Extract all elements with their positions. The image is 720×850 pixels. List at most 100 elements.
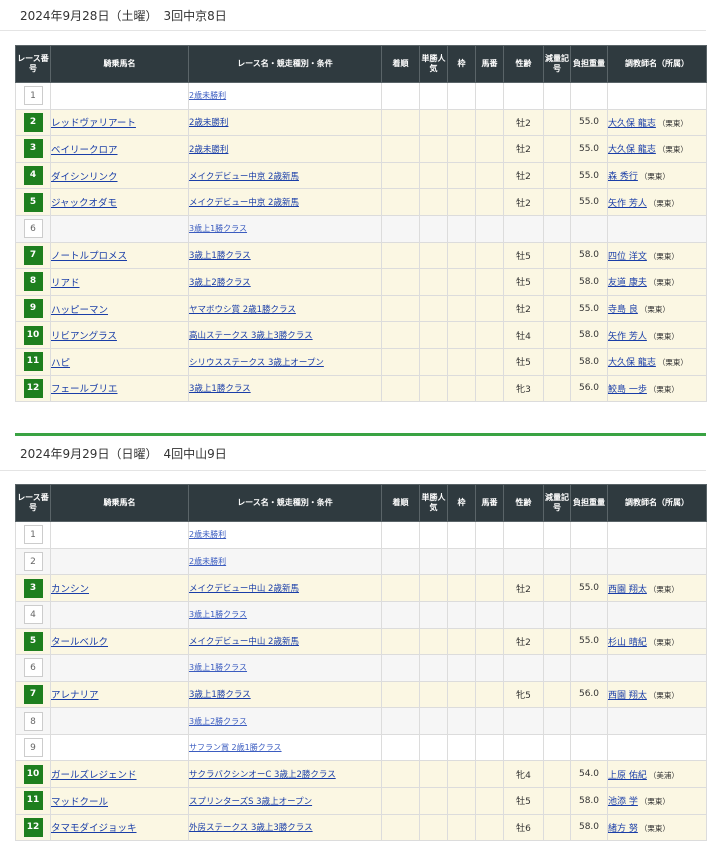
trainer-link[interactable]: 上原 佑紀: [608, 771, 647, 781]
horse-link[interactable]: ジャックオダモ: [51, 198, 117, 209]
race-link[interactable]: 3歳上2勝クラス: [189, 278, 251, 288]
race-row: 9 サフラン賞 2歳1勝クラス: [15, 733, 707, 762]
trainer-link[interactable]: 矢作 芳人: [608, 332, 647, 342]
waku-cell: [447, 321, 476, 349]
race-link[interactable]: メイクデビュー中山 2歳新馬: [189, 637, 299, 647]
waku-cell: [447, 347, 476, 376]
sex-age-cell: 牡5: [503, 268, 544, 296]
race-number-cell: 4: [15, 600, 51, 629]
pop-cell: [419, 654, 448, 682]
race-link[interactable]: 2歳未勝利: [189, 118, 228, 128]
trainer-link[interactable]: 西園 翔太: [608, 691, 647, 701]
rank-cell: [381, 733, 420, 762]
pop-cell: [419, 680, 448, 709]
horse-link[interactable]: ダイシンリンク: [51, 172, 118, 183]
horse-link[interactable]: マッドクール: [51, 797, 108, 808]
trainer-link[interactable]: 森 秀行: [608, 172, 638, 182]
race-number-badge: 2: [23, 552, 43, 572]
trainer-link[interactable]: 鮫島 一歩: [608, 385, 647, 395]
column-header: 馬番: [475, 484, 504, 523]
race-table: レース番号 騎乗馬名 レース名・競走種別・条件 着順 単勝人気枠馬番 性齢 減量記号 負担重量…: [15, 484, 707, 842]
trainer-cell: [607, 547, 707, 576]
trainer-link[interactable]: 大久保 龍志: [608, 119, 656, 129]
horse-link[interactable]: リアド: [51, 278, 80, 289]
waku-cell: [447, 760, 476, 789]
trainer-link[interactable]: 四位 洋文: [608, 252, 647, 262]
weight-reduction-cell: [543, 600, 571, 629]
horse-link[interactable]: タマモダイジョッキ: [51, 823, 137, 834]
pop-cell: [419, 521, 448, 549]
uma-cell: [475, 188, 504, 216]
trainer-link[interactable]: 池添 学: [608, 797, 638, 807]
race-link[interactable]: 3歳上1勝クラス: [189, 610, 247, 619]
horse-link[interactable]: ハピ: [51, 358, 70, 369]
sex-age-cell: [503, 214, 544, 243]
horse-link[interactable]: カンシン: [51, 584, 89, 595]
race-link[interactable]: メイクデビュー中京 2歳新馬: [189, 172, 299, 182]
column-header: 調教師名（所属）: [607, 45, 707, 83]
uma-cell: [475, 108, 504, 137]
trainer-link[interactable]: 緒方 努: [608, 824, 638, 834]
horse-link[interactable]: リビアングラス: [51, 331, 117, 342]
trainer-link[interactable]: 矢作 芳人: [608, 199, 647, 209]
race-link[interactable]: 3歳上1勝クラス: [189, 224, 247, 233]
horse-link[interactable]: ベイリークロア: [51, 145, 118, 156]
trainer-link[interactable]: 西園 翔太: [608, 585, 647, 595]
pop-cell: [419, 321, 448, 349]
horse-link[interactable]: レッドヴァリアート: [51, 118, 136, 129]
trainer-cell: 友道 康夫 （栗東）: [607, 268, 707, 296]
horse-cell: リビアングラス: [50, 321, 189, 349]
race-name-cell: 3歳上2勝クラス: [188, 268, 382, 296]
horse-link[interactable]: ガールズレジェンド: [51, 770, 137, 781]
race-link[interactable]: シリウスステークス 3歳上オープン: [189, 358, 324, 368]
race-link[interactable]: 高山ステークス 3歳上3勝クラス: [189, 331, 313, 341]
horse-link[interactable]: タールベルク: [51, 637, 108, 648]
race-link[interactable]: スプリンターズS 3歳上オープン: [189, 797, 312, 807]
weight-cell: 58.0: [570, 321, 608, 349]
race-link[interactable]: 3歳上1勝クラス: [189, 663, 247, 672]
column-header: 減量記号: [543, 484, 571, 523]
race-link[interactable]: 3歳上2勝クラス: [189, 717, 247, 726]
race-number-badge: 7: [23, 245, 43, 265]
trainer-link[interactable]: 大久保 龍志: [608, 358, 656, 368]
uma-cell: [475, 733, 504, 762]
trainer-link[interactable]: 友道 康夫: [608, 278, 647, 288]
uma-cell: [475, 241, 504, 270]
horse-link[interactable]: アレナリア: [51, 690, 99, 701]
race-link[interactable]: メイクデビュー中京 2歳新馬: [189, 198, 299, 208]
race-link[interactable]: メイクデビュー中山 2歳新馬: [189, 584, 299, 594]
column-header: 馬番: [475, 45, 504, 83]
race-link[interactable]: 3歳上1勝クラス: [189, 690, 251, 700]
race-row: 2 2歳未勝利: [15, 547, 707, 576]
weight-reduction-cell: [543, 161, 571, 190]
race-link[interactable]: 2歳未勝利: [189, 145, 228, 155]
trainer-link[interactable]: 寺島 良: [608, 305, 638, 315]
race-number-cell: 7: [15, 241, 51, 270]
race-link[interactable]: 2歳未勝利: [189, 91, 226, 100]
trainer-link[interactable]: 杉山 晴紀: [608, 638, 647, 648]
weight-reduction-cell: [543, 787, 571, 815]
race-row: 6 3歳上1勝クラス: [15, 654, 707, 682]
race-link[interactable]: 3歳上1勝クラス: [189, 384, 251, 394]
weight-cell: 56.0: [570, 374, 608, 403]
race-link[interactable]: 2歳未勝利: [189, 530, 226, 539]
horse-link[interactable]: ノートルプロメス: [51, 251, 127, 262]
sex-age-cell: 牡5: [503, 241, 544, 270]
race-row: 4 ダイシンリンク メイクデビュー中京 2歳新馬 牡2 55.0 森 秀行 （栗東）: [15, 161, 707, 190]
race-link[interactable]: サクラバクシンオーC 3歳上2勝クラス: [189, 770, 336, 780]
race-name-cell: スプリンターズS 3歳上オープン: [188, 787, 382, 815]
race-link[interactable]: サフラン賞 2歳1勝クラス: [189, 743, 282, 752]
horse-link[interactable]: フェールブリエ: [51, 384, 118, 395]
race-name-cell: 3歳上1勝クラス: [188, 600, 382, 629]
race-name-cell: シリウスステークス 3歳上オープン: [188, 347, 382, 376]
race-link[interactable]: 2歳未勝利: [189, 557, 226, 566]
race-link[interactable]: 外房ステークス 3歳上3勝クラス: [189, 823, 313, 833]
waku-cell: [447, 374, 476, 403]
race-link[interactable]: ヤマボウシ賞 2歳1勝クラス: [189, 305, 296, 315]
column-header: 単勝人気: [419, 45, 448, 83]
race-row: 5 タールベルク メイクデビュー中山 2歳新馬 牡2 55.0 杉山 晴紀 （栗東）: [15, 627, 707, 656]
horse-link[interactable]: ハッピーマン: [51, 305, 108, 316]
trainer-link[interactable]: 大久保 龍志: [608, 145, 656, 155]
uma-cell: [475, 680, 504, 709]
race-link[interactable]: 3歳上1勝クラス: [189, 251, 251, 261]
